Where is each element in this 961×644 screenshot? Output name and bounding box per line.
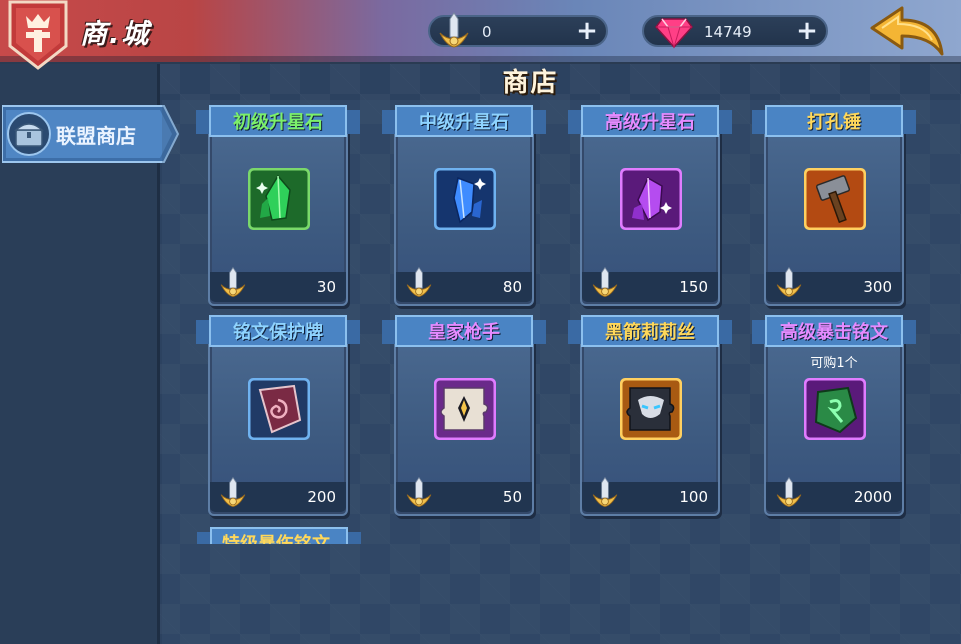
shop-item-card[interactable]: 打孔锤 300 (752, 104, 916, 306)
gem-value: 14749 (704, 23, 752, 41)
price-bar: 50 (396, 476, 532, 512)
black-arrow-lilith-shard-icon (620, 378, 682, 440)
price-bar: 300 (766, 266, 902, 302)
shop-item-card[interactable]: 中级升星石 80 (382, 104, 546, 306)
price-bar: 100 (582, 476, 718, 512)
rune-shield-icon (248, 378, 310, 440)
sword-medal-icon (406, 476, 432, 508)
item-price: 100 (679, 488, 708, 506)
item-price: 150 (679, 278, 708, 296)
sword-medal-icon (592, 476, 618, 508)
shop-item-card-partial[interactable]: 特级暴伤铭文 (194, 526, 364, 544)
item-name: 高级升星石 (605, 112, 695, 133)
item-name: 皇家枪手 (428, 322, 500, 343)
sword-medal-icon (220, 266, 246, 298)
item-name: 黑箭莉莉丝 (605, 322, 695, 343)
price-bar: 200 (210, 476, 346, 512)
coin-value: 0 (482, 23, 492, 41)
green-crystal-icon (248, 168, 310, 230)
sword-medal-icon (776, 476, 802, 508)
page-title: 商.城 (80, 19, 151, 50)
item-name: 中级升星石 (419, 112, 509, 133)
item-price: 80 (502, 278, 522, 296)
sword-medal-icon (406, 266, 432, 298)
shop-emblem-icon (8, 0, 68, 70)
coin-counter: 0 + (428, 12, 608, 48)
sword-medal-icon (592, 266, 618, 298)
shop-item-card[interactable]: 铭文保护牌 200 (196, 314, 360, 516)
item-price: 2000 (853, 488, 892, 506)
back-arrow-icon[interactable] (868, 4, 948, 60)
shop-item-card[interactable]: 高级升星石 150 (568, 104, 732, 306)
hammer-icon (804, 168, 866, 230)
sword-medal-icon (220, 476, 246, 508)
shop-item-card[interactable]: 皇家枪手 50 (382, 314, 546, 516)
purple-crystal-icon (620, 168, 682, 230)
price-bar: 80 (396, 266, 532, 302)
purchase-limit-note: 可购1个 (810, 356, 858, 371)
item-name: 打孔锤 (807, 112, 861, 133)
royal-gunner-shard-icon (434, 378, 496, 440)
blue-crystal-icon (434, 168, 496, 230)
sword-medal-icon (776, 266, 802, 298)
chest-icon (7, 112, 51, 156)
item-name: 特级暴伤铭文 (194, 530, 358, 544)
price-bar: 150 (582, 266, 718, 302)
item-price: 30 (316, 278, 336, 296)
item-price: 200 (307, 488, 336, 506)
item-name: 铭文保护牌 (233, 322, 323, 343)
shop-item-card[interactable]: 高级暴击铭文 可购1个 2000 (752, 314, 916, 516)
add-gem-button[interactable]: + (794, 18, 820, 44)
item-name: 高级暴击铭文 (780, 322, 888, 343)
sword-medal-icon (439, 12, 469, 48)
shop-item-card[interactable]: 黑箭莉莉丝 100 (568, 314, 732, 516)
item-price: 50 (502, 488, 522, 506)
crit-rune-icon (804, 378, 866, 440)
diamond-icon (655, 18, 693, 49)
add-coin-button[interactable]: + (574, 18, 600, 44)
shop-item-card[interactable]: 初级升星石 30 (196, 104, 360, 306)
gem-counter: 14749 + (642, 15, 828, 49)
price-bar: 2000 (766, 476, 902, 512)
tab-alliance-shop-label: 联盟商店 (56, 124, 136, 148)
shop-title: 商店 (502, 68, 559, 98)
item-name: 初级升星石 (233, 112, 323, 133)
price-bar: 30 (210, 266, 346, 302)
item-price: 300 (863, 278, 892, 296)
